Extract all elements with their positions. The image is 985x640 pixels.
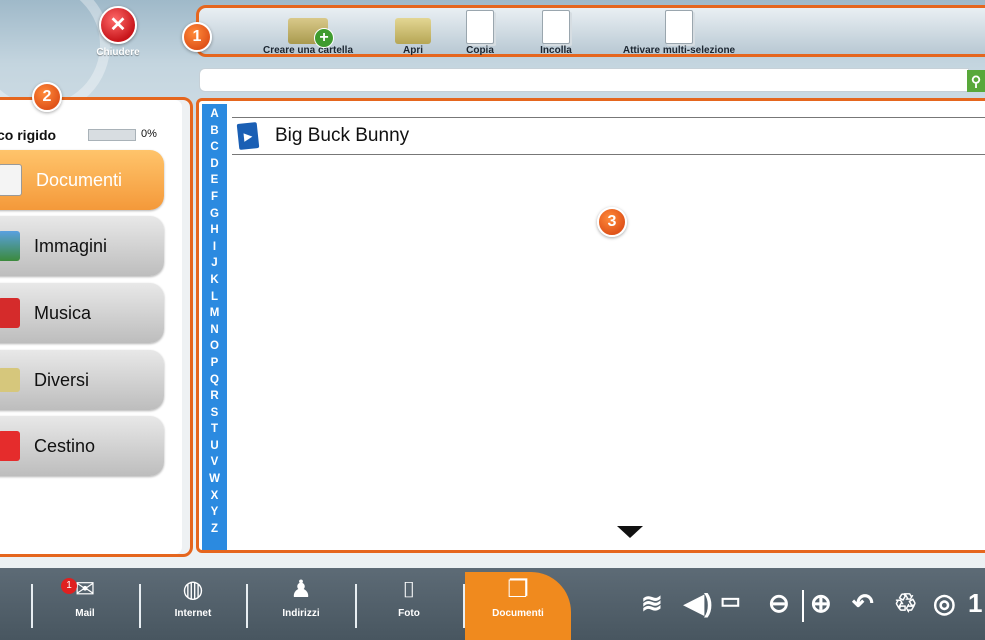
alphabet-letter[interactable]: U	[210, 438, 218, 455]
sidebar-item-immagini[interactable]: Immagini	[0, 216, 164, 276]
taskbar-documenti[interactable]: ❐ Documenti	[473, 576, 563, 619]
annotation-badge-2: 2	[32, 82, 62, 112]
search-icon[interactable]: ⚲	[967, 70, 985, 92]
sidebar-item-label: Musica	[34, 302, 92, 323]
annotation-badge-3: 3	[597, 207, 627, 237]
alphabet-letter[interactable]: B	[210, 123, 218, 140]
paste-icon	[542, 10, 570, 44]
trash-icon[interactable]: ♲	[894, 590, 917, 616]
alphabet-letter[interactable]: C	[210, 139, 218, 156]
images-icon	[0, 231, 20, 261]
create-folder-label: Creare una cartella	[262, 45, 354, 56]
multi-select-button[interactable]: Attivare multi-selezione	[613, 10, 745, 56]
taskbar-foto[interactable]: ⌷ Foto	[364, 576, 454, 619]
help-icon[interactable]: ◎	[933, 590, 956, 616]
alphabet-letter[interactable]: A	[210, 106, 218, 123]
taskbar-indirizzi[interactable]: ♟ Indirizzi	[256, 576, 346, 619]
alphabet-letter[interactable]: Q	[210, 372, 219, 389]
alphabet-index: ABCDEFGHIJKLMNOPQRSTUVWXYZ	[202, 104, 227, 550]
paste-label: Incolla	[540, 45, 572, 56]
camera-icon: ⌷	[402, 577, 416, 602]
disk-label: co rigido	[0, 127, 57, 143]
alphabet-letter[interactable]: F	[211, 189, 218, 206]
documents-icon	[0, 164, 22, 196]
close-icon: ✕	[99, 6, 137, 44]
alphabet-letter[interactable]: E	[211, 172, 219, 189]
trash-icon	[0, 431, 20, 461]
alphabet-letter[interactable]: V	[211, 454, 219, 471]
search-input[interactable]	[199, 68, 969, 92]
alphabet-letter[interactable]: W	[209, 471, 220, 488]
alphabet-letter[interactable]: S	[211, 405, 219, 422]
alphabet-letter[interactable]: Y	[211, 504, 219, 521]
sidebar-item-label: Documenti	[36, 169, 123, 190]
sidebar-item-diversi[interactable]: Diversi	[0, 350, 164, 410]
alphabet-letter[interactable]: L	[211, 289, 218, 306]
paste-button[interactable]: Incolla	[529, 10, 583, 56]
disk-usage-percent: 0%	[141, 128, 157, 140]
sidebar-item-label: Immagini	[34, 235, 108, 256]
alphabet-letter[interactable]: X	[211, 488, 219, 505]
alphabet-letter[interactable]: K	[210, 272, 218, 289]
mail-notification-badge: 1	[61, 578, 77, 594]
alphabet-letter[interactable]: P	[211, 355, 219, 372]
multi-select-icon	[665, 10, 693, 44]
scroll-down-arrow-icon[interactable]	[617, 526, 643, 538]
system-trailing: 1	[968, 588, 983, 618]
copy-button[interactable]: Copia	[455, 10, 505, 56]
new-folder-icon: +	[288, 18, 334, 48]
divider	[802, 590, 804, 622]
sidebar-item-label: Cestino	[34, 435, 96, 456]
annotation-badge-1: 1	[182, 22, 212, 52]
sidebar-item-label: Diversi	[34, 369, 90, 390]
alphabet-letter[interactable]: H	[210, 222, 218, 239]
taskbar-mail[interactable]: ✉ Mail	[40, 576, 130, 619]
misc-icon	[0, 368, 20, 392]
alphabet-letter[interactable]: G	[210, 206, 219, 223]
alphabet-letter[interactable]: R	[210, 388, 218, 405]
sidebar-item-cestino[interactable]: Cestino	[0, 416, 164, 476]
file-name: Big Buck Bunny	[275, 125, 410, 146]
copy-icon	[466, 10, 494, 44]
volume-icon[interactable]: ◀)	[684, 590, 713, 616]
globe-icon: ◍	[182, 576, 204, 603]
list-item[interactable]: ▶ Big Buck Bunny	[232, 117, 985, 155]
file-list-panel	[196, 98, 985, 553]
mail-icon: ✉	[74, 576, 96, 603]
multi-select-label: Attivare multi-selezione	[622, 45, 736, 56]
alphabet-letter[interactable]: O	[210, 338, 219, 355]
alphabet-letter[interactable]: J	[211, 255, 217, 272]
video-file-icon: ▶	[236, 122, 260, 150]
open-folder-icon	[395, 18, 431, 44]
back-icon[interactable]: ↶	[852, 590, 874, 616]
create-folder-button[interactable]: + Creare una cartella	[253, 10, 363, 56]
toolbar: + Creare una cartella Apri Copia Incolla…	[196, 5, 985, 57]
battery-charging-icon: ▭	[720, 588, 741, 613]
zoom-in-icon[interactable]: ⊕	[810, 590, 832, 616]
contacts-icon: ♟	[290, 576, 312, 603]
close-button[interactable]: ✕ Chiudere	[92, 6, 144, 58]
alphabet-letter[interactable]: D	[210, 156, 218, 173]
alphabet-letter[interactable]: Z	[211, 521, 218, 538]
taskbar-internet[interactable]: ◍ Internet	[148, 576, 238, 619]
alphabet-letter[interactable]: N	[210, 322, 218, 339]
wifi-icon[interactable]: ≋	[641, 590, 663, 616]
alphabet-letter[interactable]: M	[210, 305, 220, 322]
alphabet-letter[interactable]: I	[213, 239, 216, 256]
music-icon	[0, 298, 20, 328]
disk-usage-bar	[88, 129, 136, 141]
documents-icon: ❐	[507, 576, 529, 603]
zoom-out-icon[interactable]: ⊖	[768, 590, 790, 616]
sidebar-item-documenti[interactable]: Documenti	[0, 150, 164, 210]
copy-label: Copia	[466, 45, 494, 56]
close-label: Chiudere	[96, 47, 140, 58]
open-label: Apri	[403, 45, 423, 56]
open-button[interactable]: Apri	[385, 10, 441, 56]
sidebar-item-musica[interactable]: Musica	[0, 283, 164, 343]
alphabet-letter[interactable]: T	[211, 421, 218, 438]
